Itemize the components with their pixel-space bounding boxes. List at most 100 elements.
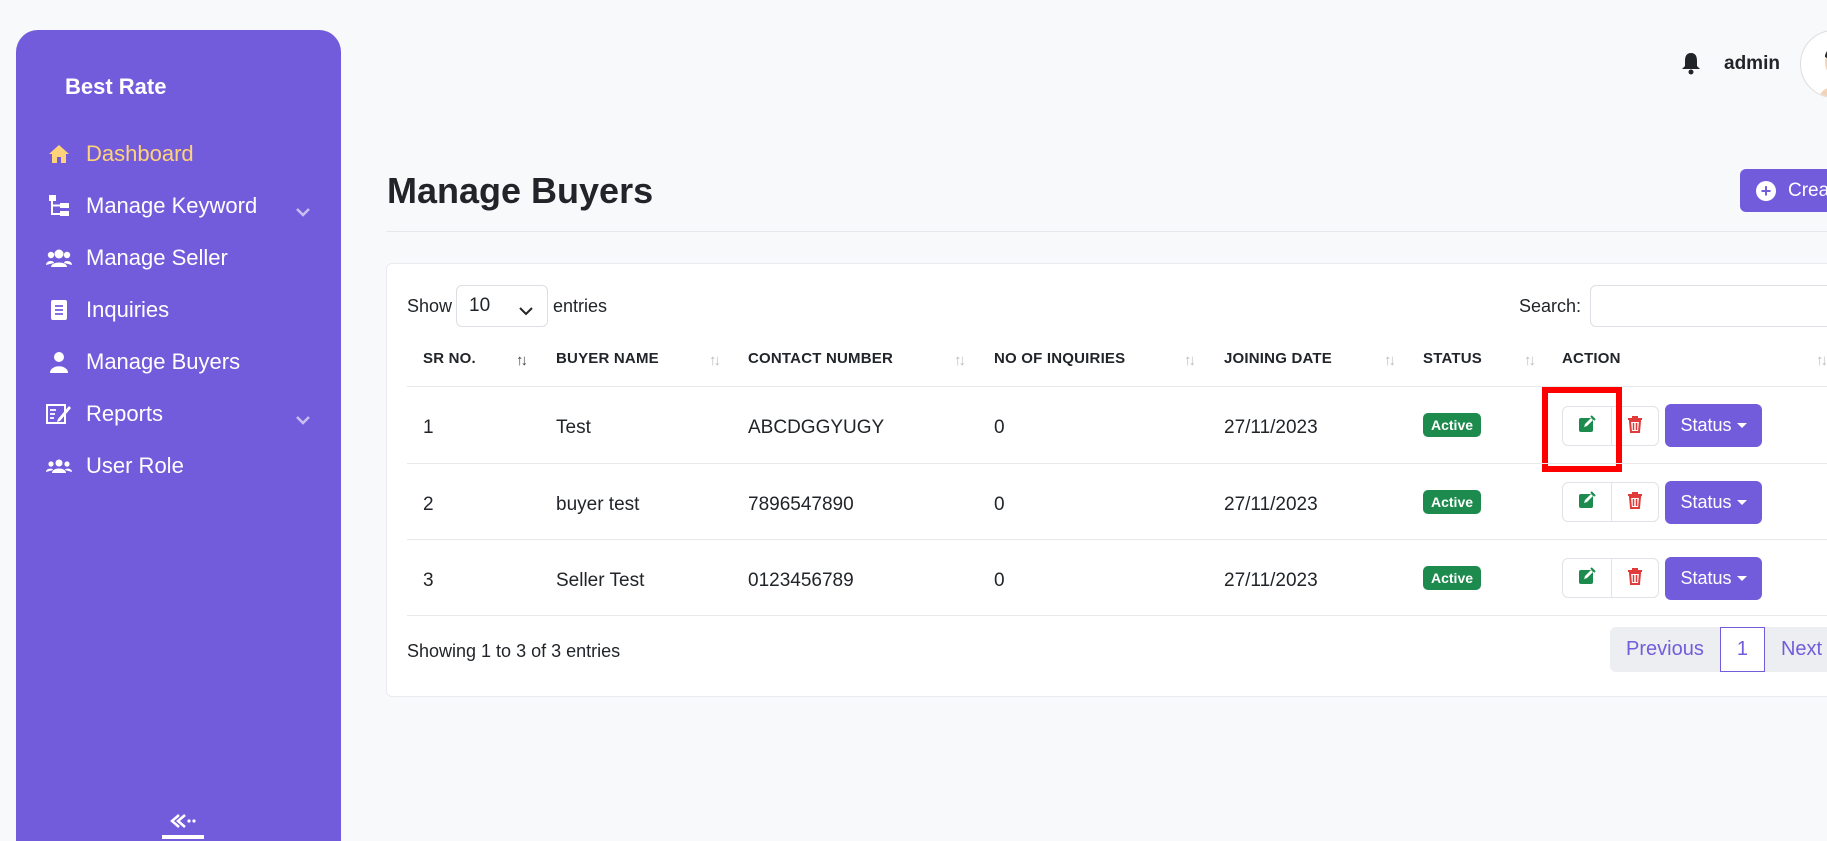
cell-buyer-name: buyer test <box>556 494 640 515</box>
row-actions <box>1562 482 1659 522</box>
sidebar-item-manage-keyword[interactable]: Manage Keyword <box>16 180 341 232</box>
sidebar-item-label: Manage Seller <box>86 245 228 270</box>
search-label: Search: <box>1519 296 1582 316</box>
cell-joining-date: 27/11/2023 <box>1224 417 1318 438</box>
divider <box>387 231 1827 232</box>
cell-sr-no: 2 <box>423 494 434 515</box>
divider <box>407 463 1827 464</box>
users-icon <box>46 245 72 271</box>
status-button-label: Status <box>1680 415 1732 435</box>
trash-icon <box>1627 491 1643 514</box>
pagination: Previous 1 Next <box>1610 627 1827 672</box>
sidebar-item-label: Dashboard <box>86 141 194 166</box>
edit-icon <box>1578 490 1596 514</box>
highlight-box <box>1542 387 1622 472</box>
avatar[interactable] <box>1800 30 1827 98</box>
column-header-status[interactable]: STATUS <box>1423 350 1482 367</box>
user-name[interactable]: admin <box>1724 53 1780 75</box>
status-dropdown-button[interactable]: Status <box>1665 481 1762 524</box>
cell-contact-number: 0123456789 <box>748 570 854 591</box>
trash-icon <box>1627 567 1643 590</box>
status-badge: Active <box>1423 490 1482 514</box>
sidebar-item-label: Manage Buyers <box>86 349 241 374</box>
notification-bell-icon[interactable] <box>1680 51 1702 80</box>
status-badge: Active <box>1423 566 1482 590</box>
cell-inquiries: 0 <box>994 570 1005 591</box>
entries-label: entries <box>553 296 608 316</box>
column-header-no-of-inquiries[interactable]: NO OF INQUIRIES <box>994 350 1125 367</box>
sitemap-icon <box>46 193 72 219</box>
status-badge: Active <box>1423 413 1482 437</box>
create-button[interactable]: + Create <box>1740 169 1827 212</box>
user-icon <box>46 349 72 375</box>
sidebar-nav: Dashboard Manage Keyword Manage Seller I… <box>16 128 341 492</box>
delete-button[interactable] <box>1610 483 1659 521</box>
caret-down-icon <box>1736 500 1747 505</box>
cell-contact-number: ABCDGGYUGY <box>748 417 885 438</box>
sort-icon[interactable]: ↑↓ <box>516 352 528 369</box>
sort-icon[interactable]: ↑↓ <box>1184 352 1196 369</box>
sidebar: Best Rate Dashboard Manage Keyword Manag… <box>16 30 341 841</box>
plus-circle-icon: + <box>1756 180 1776 201</box>
chevron-down-icon <box>519 300 533 322</box>
arrow-left-icon <box>169 813 197 834</box>
sidebar-item-label: Manage Keyword <box>86 193 258 218</box>
home-icon <box>46 141 72 167</box>
page-button-1[interactable]: 1 <box>1719 627 1765 672</box>
cell-buyer-name: Seller Test <box>556 570 645 591</box>
sidebar-item-reports[interactable]: Reports <box>16 388 341 440</box>
sidebar-item-inquiries[interactable]: Inquiries <box>16 284 341 336</box>
cell-inquiries: 0 <box>994 494 1005 515</box>
sort-icon[interactable]: ↑↓ <box>1384 352 1396 369</box>
cell-buyer-name: Test <box>556 417 591 438</box>
cell-inquiries: 0 <box>994 417 1005 438</box>
sidebar-item-label: User Role <box>86 453 184 478</box>
table-info: Showing 1 to 3 of 3 entries <box>407 641 621 661</box>
status-dropdown-button[interactable]: Status <box>1665 404 1762 447</box>
buyers-table-card: Show 10 entries Search: SR NO. ↑↓ BUYER … <box>386 263 1827 697</box>
column-header-action[interactable]: ACTION <box>1562 350 1621 367</box>
cell-joining-date: 27/11/2023 <box>1224 494 1318 515</box>
previous-page-button[interactable]: Previous <box>1610 627 1720 672</box>
create-button-label: Create <box>1788 179 1827 201</box>
sidebar-item-manage-seller[interactable]: Manage Seller <box>16 232 341 284</box>
edit-button[interactable] <box>1563 559 1611 597</box>
trash-icon <box>1627 415 1643 438</box>
status-button-label: Status <box>1680 568 1732 588</box>
sidebar-item-label: Reports <box>86 401 164 426</box>
edit-icon <box>1578 566 1596 590</box>
column-header-joining-date[interactable]: JOINING DATE <box>1224 350 1332 367</box>
cell-sr-no: 1 <box>423 417 434 438</box>
row-actions <box>1562 558 1659 598</box>
sidebar-item-user-role[interactable]: User Role <box>16 440 341 492</box>
show-label: Show <box>407 296 453 316</box>
column-header-buyer-name[interactable]: BUYER NAME <box>556 350 659 367</box>
sidebar-item-dashboard[interactable]: Dashboard <box>16 128 341 180</box>
status-dropdown-button[interactable]: Status <box>1665 557 1762 600</box>
cell-joining-date: 27/11/2023 <box>1224 570 1318 591</box>
sort-icon[interactable]: ↑↓ <box>954 352 966 369</box>
sidebar-item-manage-buyers[interactable]: Manage Buyers <box>16 336 341 388</box>
document-icon <box>46 297 72 323</box>
entries-select[interactable]: 10 <box>456 285 548 327</box>
page-title: Manage Buyers <box>387 170 654 211</box>
collapse-sidebar-button[interactable] <box>162 808 204 838</box>
column-header-contact-number[interactable]: CONTACT NUMBER <box>748 350 893 367</box>
divider <box>407 539 1827 540</box>
delete-button[interactable] <box>1610 559 1659 597</box>
column-header-sr-no[interactable]: SR NO. <box>423 350 476 367</box>
sort-icon[interactable]: ↑↓ <box>709 352 721 369</box>
sidebar-item-label: Inquiries <box>86 297 170 322</box>
cell-sr-no: 3 <box>423 570 434 591</box>
divider <box>407 615 1827 616</box>
next-page-button[interactable]: Next <box>1765 627 1827 672</box>
edit-button[interactable] <box>1563 483 1611 521</box>
caret-down-icon <box>1736 423 1747 428</box>
sort-icon[interactable]: ↑↓ <box>1816 352 1827 369</box>
search-input[interactable] <box>1590 285 1827 327</box>
caret-down-icon <box>1736 576 1747 581</box>
sort-icon[interactable]: ↑↓ <box>1524 352 1536 369</box>
chevron-down-icon <box>295 405 311 431</box>
cell-contact-number: 7896547890 <box>748 494 854 515</box>
brand-name: Best Rate <box>65 74 167 99</box>
